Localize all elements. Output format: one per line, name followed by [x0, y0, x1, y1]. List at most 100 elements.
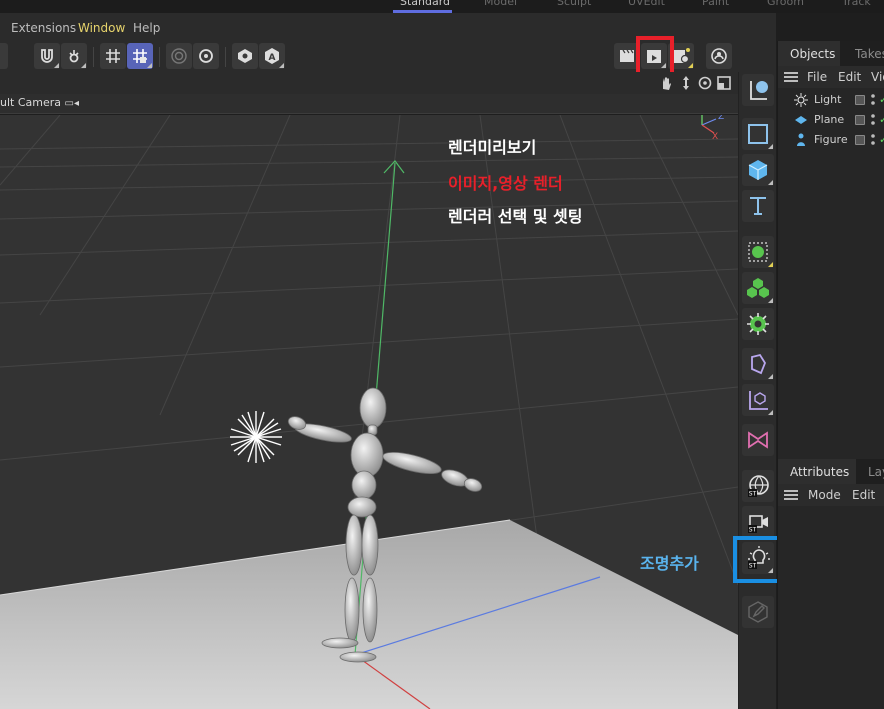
annotation-image-video-render: 이미지,영상 렌더	[448, 174, 563, 193]
light-button-highlight	[733, 536, 782, 583]
layout-tab-model[interactable]: Model	[484, 0, 517, 8]
attributes-menu-edit[interactable]: Edit	[852, 488, 875, 502]
modeling-settings-button[interactable]	[193, 43, 219, 69]
snap-magnet-button[interactable]	[34, 43, 60, 69]
effector-icon	[748, 431, 768, 449]
attributes-menu-mode[interactable]: Mode	[808, 488, 841, 502]
environment-button[interactable]: ST	[742, 470, 774, 502]
null-object-icon	[750, 81, 768, 100]
camera-button[interactable]: ST	[742, 506, 774, 538]
hamburger-menu-icon[interactable]	[784, 72, 798, 82]
enabled-check-icon[interactable]: ✓	[879, 113, 884, 126]
workplane-icon	[238, 49, 252, 63]
menu-window[interactable]: Window	[78, 21, 125, 35]
workplane-button[interactable]	[232, 43, 258, 69]
field-button[interactable]	[742, 384, 774, 416]
tab-layers[interactable]: Lay	[868, 465, 884, 479]
layout-tab-groom[interactable]: Groom	[767, 0, 804, 8]
attributes-panel-tabs: Attributes Lay	[778, 459, 884, 484]
layout-tab-sculpt[interactable]: Sculpt	[557, 0, 591, 8]
clapper-icon	[620, 49, 634, 62]
render-button-highlight	[636, 36, 674, 76]
visibility-dots[interactable]	[871, 133, 875, 147]
axis-lock-button[interactable]: A	[259, 43, 285, 69]
bend-deformer-button[interactable]	[742, 348, 774, 380]
globe-icon: ST	[748, 475, 769, 498]
visibility-dots[interactable]	[871, 113, 875, 127]
object-row-plane[interactable]: Plane ✓	[778, 110, 884, 130]
text-icon	[750, 197, 766, 215]
axis-z-label: Z	[718, 115, 724, 122]
object-label-light: Light	[814, 93, 842, 106]
layer-toggle[interactable]	[855, 135, 865, 145]
menu-help[interactable]: Help	[133, 21, 160, 35]
object-label-plane: Plane	[814, 113, 845, 126]
objects-menu-edit[interactable]: Edit	[838, 70, 861, 84]
camera-label[interactable]: ult Camera ▭◂	[0, 96, 79, 109]
text-tool-button[interactable]	[742, 190, 774, 222]
maximize-view-icon[interactable]	[716, 75, 732, 91]
object-row-light[interactable]: Light ✓	[778, 90, 884, 110]
axis-gizmo	[701, 115, 717, 134]
picture-viewer-button[interactable]	[706, 43, 732, 69]
light-icon	[794, 93, 808, 107]
snap-settings-button[interactable]	[61, 43, 87, 69]
svg-text:ST: ST	[749, 527, 757, 534]
camera-icon: ▭◂	[64, 98, 79, 109]
objects-panel-menu: File Edit Vie	[778, 66, 884, 88]
svg-text:A: A	[269, 53, 276, 63]
grid-icon	[106, 49, 120, 63]
objects-panel-tabs: Objects Takes	[778, 41, 884, 66]
subdivision-button[interactable]	[742, 236, 774, 268]
visibility-dots[interactable]	[871, 93, 875, 107]
tab-objects[interactable]: Objects	[790, 47, 835, 61]
picture-viewer-icon	[711, 48, 727, 64]
axis-x-label: X	[712, 132, 718, 142]
tag-button[interactable]	[742, 596, 774, 628]
target-icon	[171, 48, 187, 64]
attributes-panel: Attributes Lay Mode Edit	[777, 459, 884, 709]
partial-tool-button[interactable]	[0, 43, 8, 69]
move-view-icon[interactable]	[678, 75, 694, 91]
plane-icon	[795, 116, 807, 124]
hamburger-menu-icon[interactable]	[784, 490, 798, 500]
enabled-check-icon[interactable]: ✓	[879, 93, 884, 106]
object-tools-column: ST ST ST	[738, 72, 776, 709]
camera-bar: ult Camera ▭◂	[0, 94, 738, 114]
viewport-scene: Y Z X	[0, 115, 738, 709]
spline-tool-button[interactable]	[742, 118, 774, 150]
cube-button[interactable]	[742, 154, 774, 186]
3d-viewport[interactable]: Y Z X	[0, 115, 738, 709]
light-gizmo	[230, 411, 282, 463]
deformer-gear-button[interactable]	[742, 308, 774, 340]
layout-tab-track[interactable]: Track	[842, 0, 871, 8]
layout-tab-uvedit[interactable]: UVEdit	[628, 0, 665, 8]
tab-attributes[interactable]: Attributes	[790, 465, 849, 479]
pan-icon[interactable]	[658, 75, 674, 91]
layer-toggle[interactable]	[855, 115, 865, 125]
attributes-panel-menu: Mode Edit	[778, 484, 884, 506]
menu-extensions[interactable]: Extensions	[11, 21, 76, 35]
grid-snap-button[interactable]	[100, 43, 126, 69]
layout-tab-paint[interactable]: Paint	[702, 0, 729, 8]
figure-icon	[797, 133, 805, 146]
annotation-renderer-settings: 렌더러 선택 및 셋팅	[448, 207, 583, 226]
objects-menu-file[interactable]: File	[807, 70, 827, 84]
null-object-button[interactable]	[742, 74, 774, 106]
enabled-check-icon[interactable]: ✓	[879, 133, 884, 146]
layout-tabs: Standard Model Sculpt UVEdit Paint Groom…	[0, 0, 884, 13]
effector-button[interactable]	[742, 424, 774, 456]
objects-menu-view[interactable]: Vie	[871, 70, 884, 84]
svg-text:ST: ST	[749, 491, 757, 498]
settings-icon	[199, 49, 213, 63]
grid-snap-active-button[interactable]	[127, 43, 153, 69]
soft-selection-button[interactable]	[166, 43, 192, 69]
annotation-add-light: 조명추가	[640, 554, 699, 573]
tab-takes[interactable]: Takes	[855, 47, 884, 61]
cloner-button[interactable]	[742, 272, 774, 304]
layer-toggle[interactable]	[855, 95, 865, 105]
layout-tab-standard[interactable]: Standard	[400, 0, 450, 8]
rotate-view-icon[interactable]	[697, 75, 713, 91]
object-row-figure[interactable]: Figure ✓	[778, 130, 884, 150]
camera-icon: ST	[748, 515, 768, 534]
